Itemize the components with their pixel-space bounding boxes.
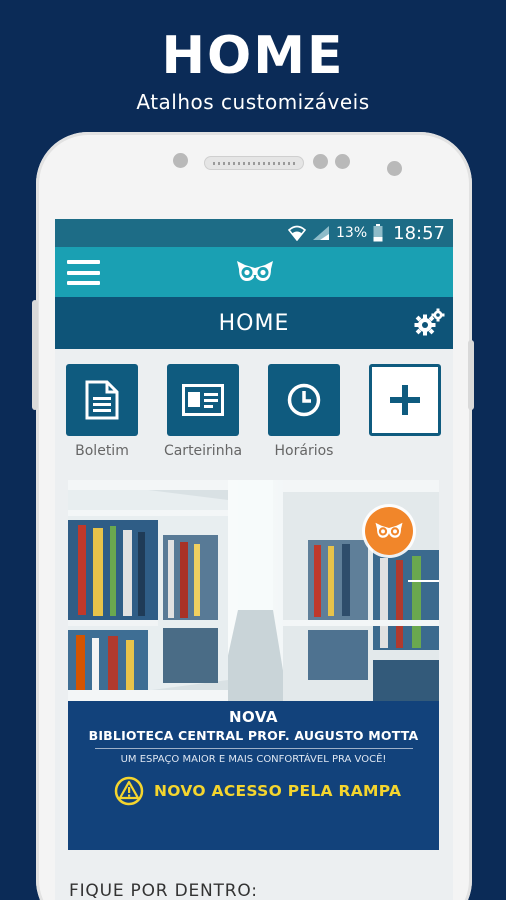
status-bar: 13% 18:57 bbox=[55, 219, 453, 247]
banner-notice: NOVO ACESSO PELA RAMPA bbox=[114, 776, 401, 806]
promo-title: HOME bbox=[161, 26, 345, 86]
shortcut-tile[interactable] bbox=[268, 364, 340, 436]
section-title: FIQUE POR DENTRO: bbox=[69, 881, 258, 900]
shortcut-horarios[interactable]: Horários bbox=[264, 364, 344, 459]
add-shortcut-button[interactable] bbox=[365, 364, 445, 443]
owl-logo-icon bbox=[235, 259, 275, 289]
add-shortcut-tile[interactable] bbox=[369, 364, 441, 436]
wifi-icon bbox=[288, 225, 306, 241]
phone-power-button bbox=[468, 340, 474, 410]
shortcut-label: Carteirinha bbox=[163, 443, 243, 459]
banner-info-panel: NOVA BIBLIOTECA CENTRAL PROF. AUGUSTO MO… bbox=[68, 701, 439, 850]
phone-sensor bbox=[173, 153, 188, 168]
app-toolbar bbox=[55, 247, 453, 297]
promo-subtitle: Atalhos customizáveis bbox=[136, 90, 370, 114]
settings-gears-icon[interactable] bbox=[413, 308, 445, 338]
phone-sensor bbox=[335, 154, 350, 169]
banner-tagline: UM ESPAÇO MAIOR E MAIS CONFORTÁVEL PRA V… bbox=[120, 754, 387, 765]
shortcut-label: Boletim bbox=[75, 443, 129, 459]
shortcuts-row: Boletim Carteirinha Horários bbox=[55, 349, 453, 479]
shortcut-tile[interactable] bbox=[167, 364, 239, 436]
phone-sensor bbox=[313, 154, 328, 169]
banner-divider bbox=[94, 748, 413, 749]
menu-icon[interactable] bbox=[67, 260, 100, 285]
shortcut-boletim[interactable]: Boletim bbox=[62, 364, 142, 459]
id-card-icon bbox=[182, 384, 224, 416]
phone-side-button bbox=[32, 300, 38, 410]
banner-notice-text: NOVO ACESSO PELA RAMPA bbox=[154, 782, 402, 800]
page-title: HOME bbox=[218, 310, 290, 336]
document-icon bbox=[85, 380, 119, 420]
clock-icon bbox=[287, 383, 321, 417]
page-header: HOME bbox=[55, 297, 453, 349]
battery-percent: 13% bbox=[336, 225, 368, 241]
shortcut-label: Horários bbox=[274, 443, 334, 459]
signal-icon bbox=[312, 225, 330, 241]
app-screen: 13% 18:57 HOME Boletim Carteirinha Horár… bbox=[55, 219, 453, 900]
owl-badge-icon[interactable] bbox=[365, 507, 413, 555]
warning-icon bbox=[114, 776, 144, 806]
phone-camera bbox=[387, 161, 402, 176]
clock-time: 18:57 bbox=[393, 222, 445, 244]
library-banner[interactable]: NOVA BIBLIOTECA CENTRAL PROF. AUGUSTO MO… bbox=[68, 480, 439, 850]
banner-library-name: BIBLIOTECA CENTRAL PROF. AUGUSTO MOTTA bbox=[88, 728, 419, 743]
shortcut-carteirinha[interactable]: Carteirinha bbox=[163, 364, 243, 459]
battery-icon bbox=[373, 224, 383, 242]
banner-headline: NOVA bbox=[228, 708, 279, 726]
shortcut-tile[interactable] bbox=[66, 364, 138, 436]
phone-speaker bbox=[204, 156, 304, 170]
plus-icon bbox=[390, 385, 420, 415]
